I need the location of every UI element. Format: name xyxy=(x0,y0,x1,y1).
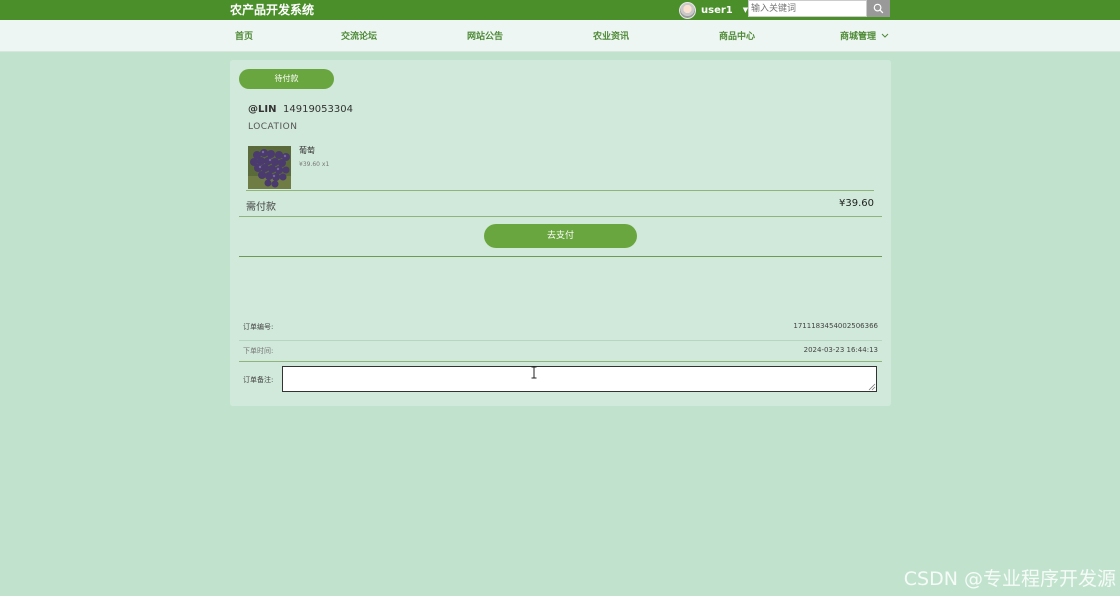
divider xyxy=(239,340,882,341)
nav-product-center[interactable]: 商品中心 xyxy=(719,20,755,51)
nav-agri-news[interactable]: 农业资讯 xyxy=(593,20,629,51)
divider xyxy=(239,216,882,217)
search-button[interactable] xyxy=(867,0,890,17)
chevron-down-icon xyxy=(881,33,889,38)
resize-handle-icon[interactable] xyxy=(868,383,876,391)
search-icon xyxy=(873,3,884,14)
user-name[interactable]: user1 xyxy=(701,5,733,16)
divider xyxy=(246,190,874,191)
shipping-location: LOCATION xyxy=(248,122,298,132)
order-card: 待付款 @LIN 14919053304 LOCATION 葡萄 ¥39.60 … xyxy=(230,60,891,406)
order-number-label: 订单编号: xyxy=(243,323,274,331)
order-remark-label: 订单备注: xyxy=(243,376,274,384)
order-number-value: 17111834540025063​66 xyxy=(793,322,878,330)
top-bar: 农产品开发系统 user1 ▼ xyxy=(0,0,1120,20)
nav-mall-management[interactable]: 商城管理 xyxy=(840,20,889,51)
order-time-value: 2024-03-23 16:44:13 xyxy=(803,346,878,354)
product-image[interactable] xyxy=(248,146,291,189)
order-remark-input[interactable] xyxy=(282,366,877,392)
amount-due-label: 需付款 xyxy=(246,202,276,213)
main-nav: 首页 交流论坛 网站公告 农业资讯 商品中心 商城管理 xyxy=(0,20,1120,52)
avatar[interactable] xyxy=(679,1,696,19)
nav-home[interactable]: 首页 xyxy=(235,20,253,51)
amount-due-value: ¥39.60 xyxy=(839,198,874,209)
watermark: CSDN @专业程序开发源 xyxy=(903,568,1116,590)
product-spec: ¥39.60 x1 xyxy=(299,161,330,168)
contact-name: @LIN xyxy=(248,104,277,115)
text-cursor-icon xyxy=(531,366,537,379)
divider xyxy=(239,361,882,362)
user-menu[interactable]: user1 ▼ xyxy=(679,1,748,19)
divider xyxy=(239,256,882,257)
nav-announcements[interactable]: 网站公告 xyxy=(467,20,503,51)
contact-phone: 14919053304 xyxy=(283,104,353,115)
pay-button[interactable]: 去支付 xyxy=(484,224,637,248)
nav-forum[interactable]: 交流论坛 xyxy=(341,20,377,51)
grape-image xyxy=(248,146,291,189)
search-input[interactable] xyxy=(748,0,867,17)
nav-mall-management-label: 商城管理 xyxy=(840,32,877,42)
order-status-badge[interactable]: 待付款 xyxy=(239,69,334,89)
product-name[interactable]: 葡萄 xyxy=(299,145,315,156)
order-time-label: 下单时间: xyxy=(243,347,274,355)
site-title: 农产品开发系统 xyxy=(230,3,315,17)
